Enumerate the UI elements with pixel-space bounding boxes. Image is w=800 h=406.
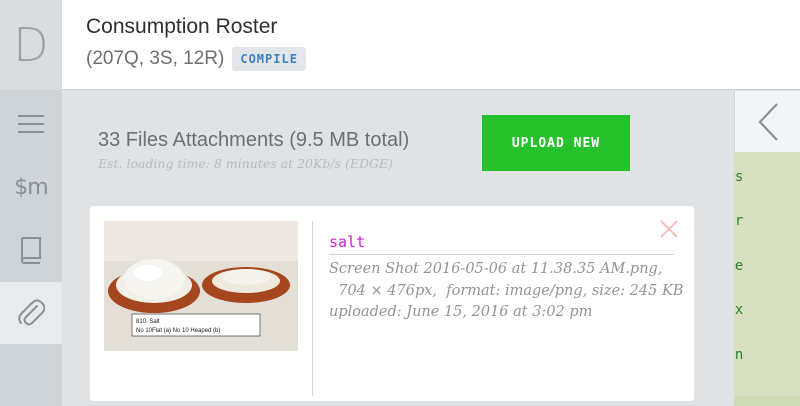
attachments-panel: 33 Files Attachments (9.5 MB total) Est.… bbox=[62, 91, 734, 406]
chevron-left-icon bbox=[757, 102, 778, 141]
attachment-filename: Screen Shot 2016-05-06 at 11.38.35 AM.pn… bbox=[329, 261, 663, 277]
upload-new-button[interactable]: UPLOAD NEW bbox=[482, 115, 630, 171]
attachment-card: 810. Salt No 10Flat (a) No 10 Heaped (b)… bbox=[90, 206, 694, 401]
dollar-m-icon: $m bbox=[14, 174, 48, 200]
salt-photo: 810. Salt No 10Flat (a) No 10 Heaped (b) bbox=[104, 221, 298, 351]
card-divider bbox=[312, 221, 313, 396]
attachment-thumbnail[interactable]: 810. Salt No 10Flat (a) No 10 Heaped (b) bbox=[104, 221, 298, 351]
close-icon[interactable] bbox=[658, 218, 680, 240]
code-panel: ers ter ame sex ion bbox=[734, 152, 800, 406]
code-line: ion bbox=[734, 347, 744, 363]
paperclip-icon bbox=[18, 299, 45, 326]
code-line: ame bbox=[734, 258, 744, 274]
logo-letter: D bbox=[13, 18, 49, 72]
menu-icon bbox=[18, 115, 44, 133]
thumb-caption-1: 810. Salt bbox=[136, 319, 160, 325]
loading-estimate: Est. loading time: 8 minutes at 20Kb/s (… bbox=[98, 156, 393, 171]
left-rail: D $m bbox=[0, 0, 62, 406]
attachment-meta: Screen Shot 2016-05-06 at 11.38.35 AM.pn… bbox=[329, 259, 684, 324]
roster-stats: (207Q, 3S, 12R) bbox=[86, 48, 225, 69]
page-header: Consumption Roster (207Q, 3S, 12R) COMPI… bbox=[62, 0, 800, 90]
code-line: ers bbox=[734, 169, 744, 185]
collapse-tab[interactable] bbox=[734, 91, 800, 152]
rail-item-attachments[interactable] bbox=[0, 282, 62, 344]
code-line: sex bbox=[734, 302, 744, 318]
page-title: Consumption Roster bbox=[86, 15, 278, 38]
code-line: ter bbox=[734, 213, 744, 229]
page-subtitle: (207Q, 3S, 12R) COMPILE bbox=[86, 47, 306, 71]
compile-button[interactable]: COMPILE bbox=[232, 47, 306, 71]
rail-item-book[interactable] bbox=[0, 219, 62, 281]
attachment-uploaded: uploaded: June 15, 2016 at 3:02 pm bbox=[329, 304, 593, 320]
rail-item-menu[interactable] bbox=[0, 93, 62, 155]
app-logo[interactable]: D bbox=[0, 0, 62, 90]
thumb-caption-2: No 10Flat (a) No 10 Heaped (b) bbox=[136, 328, 220, 334]
rail-item-dollar-m[interactable]: $m bbox=[0, 156, 62, 218]
attachment-details: 704 × 476px, format: image/png, size: 24… bbox=[329, 282, 684, 299]
name-underline bbox=[329, 254, 674, 255]
attachment-name[interactable]: salt bbox=[329, 233, 365, 251]
attachments-summary: 33 Files Attachments (9.5 MB total) bbox=[98, 129, 410, 151]
book-icon bbox=[20, 237, 41, 264]
code-panel-footer bbox=[734, 396, 800, 406]
